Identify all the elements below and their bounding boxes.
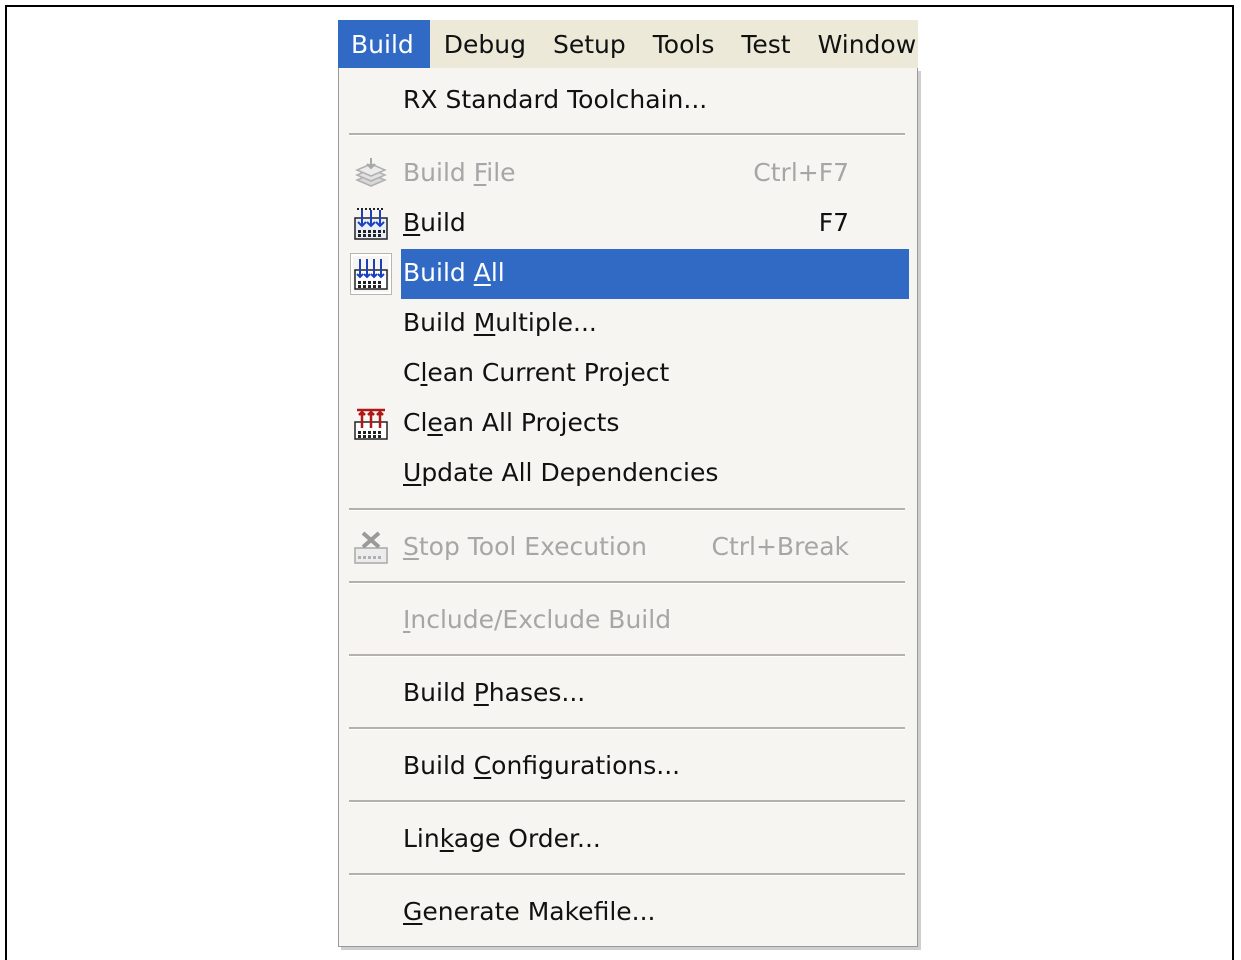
menu-item-clean-current-project[interactable]: Clean Current Project	[347, 349, 909, 399]
clean-all-icon	[353, 406, 389, 442]
menu-separator	[349, 727, 905, 730]
menu-item-label: Generate Makefile...	[403, 897, 656, 926]
menu-item-label: Clean Current Project	[403, 358, 670, 387]
menu-item-build-file[interactable]: Build File Ctrl+F7	[347, 149, 909, 199]
menu-item-rx-standard-toolchain[interactable]: RX Standard Toolchain...	[347, 76, 909, 126]
menu-item-build-all[interactable]: Build All	[347, 249, 909, 299]
menu-item-label: Build File	[403, 158, 516, 187]
menu-item-label: Stop Tool Execution	[403, 532, 647, 561]
menu-separator	[349, 581, 905, 584]
menu-item-label: Linkage Order...	[403, 824, 601, 853]
menubar-tools[interactable]: Tools	[639, 20, 728, 68]
menu-item-shortcut: Ctrl+Break	[711, 532, 850, 561]
menu-item-build-multiple[interactable]: Build Multiple...	[347, 299, 909, 349]
menu-item-build[interactable]: Build F7	[347, 199, 909, 249]
menu-item-label: Build All	[403, 258, 505, 287]
menu-item-stop-tool-execution[interactable]: Stop Tool Execution Ctrl+Break	[347, 523, 909, 573]
menu-item-label: Build Phases...	[403, 678, 586, 707]
menu-item-label: Clean All Projects	[403, 408, 620, 437]
stop-tool-icon	[353, 530, 389, 566]
menu-item-build-phases[interactable]: Build Phases...	[347, 669, 909, 719]
menubar-test[interactable]: Test	[727, 20, 803, 68]
menu-item-clean-all-projects[interactable]: Clean All Projects	[347, 399, 909, 449]
menu-item-shortcut: Ctrl+F7	[753, 158, 849, 187]
menu-item-shortcut: F7	[818, 208, 849, 237]
menu-separator	[349, 508, 905, 511]
menu-separator	[349, 873, 905, 876]
menubar-setup[interactable]: Setup	[539, 20, 639, 68]
menu-separator	[349, 133, 905, 136]
menu-item-generate-makefile[interactable]: Generate Makefile...	[347, 888, 909, 938]
menu-separator	[349, 800, 905, 803]
menubar-window[interactable]: Window	[804, 20, 918, 68]
build-file-icon	[353, 156, 389, 192]
menubar-debug[interactable]: Debug	[430, 20, 539, 68]
menu-item-label: Build Multiple...	[403, 308, 597, 337]
menu-item-linkage-order[interactable]: Linkage Order...	[347, 815, 909, 865]
build-icon	[353, 206, 389, 242]
menu-bar: Build Debug Setup Tools Test Window	[338, 20, 918, 68]
build-dropdown-menu: RX Standard Toolchain... Build File Ctrl…	[338, 68, 918, 947]
menu-item-build-configurations[interactable]: Build Configurations...	[347, 742, 909, 792]
menu-item-label: Build Configurations...	[403, 751, 681, 780]
menu-separator	[349, 654, 905, 657]
menu-item-label: Update All Dependencies	[403, 458, 719, 487]
menu-item-update-all-dependencies[interactable]: Update All Dependencies	[347, 449, 909, 499]
menu-item-label: Build	[403, 208, 466, 237]
menu-item-label: Include/Exclude Build	[403, 605, 672, 634]
build-all-icon	[351, 254, 391, 294]
menu-item-include-exclude-build[interactable]: Include/Exclude Build	[347, 596, 909, 646]
menu-item-label: RX Standard Toolchain...	[403, 85, 708, 114]
menubar-build[interactable]: Build	[338, 20, 430, 68]
